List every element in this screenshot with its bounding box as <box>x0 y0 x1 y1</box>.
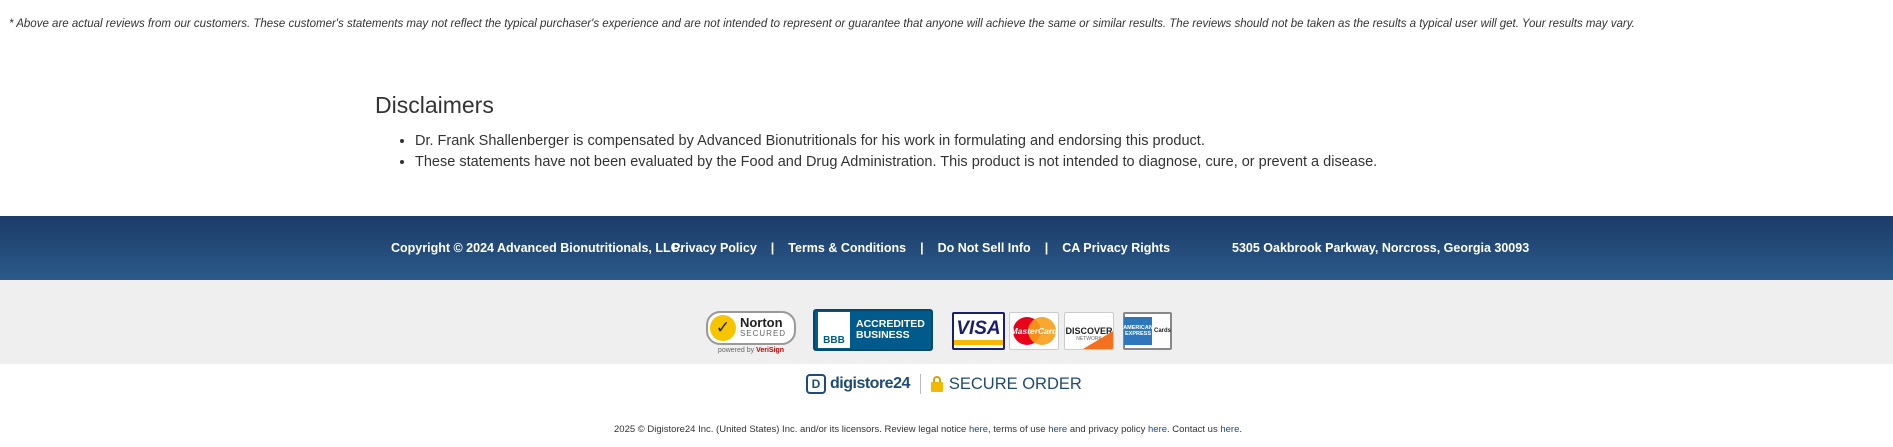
bbb-line2: BUSINESS <box>856 329 910 341</box>
company-address: 5305 Oakbrook Parkway, Norcross, Georgia… <box>1232 241 1530 255</box>
disclaimers-title: Disclaimers <box>375 92 494 118</box>
ca-privacy-rights-link[interactable]: CA Privacy Rights <box>1062 241 1170 255</box>
norton-powered-by: powered by VeriSign <box>717 346 785 354</box>
amex-card-icon: AMERICAN EXPRESS Cards <box>1123 312 1172 350</box>
mastercard-icon: MasterCard <box>1009 312 1059 350</box>
reviews-disclaimer-note: * Above are actual reviews from our cust… <box>9 18 1635 30</box>
norton-name: Norton <box>739 314 783 330</box>
link-separator: | <box>920 241 924 255</box>
disclaimer-item: Dr. Frank Shallenberger is compensated b… <box>415 131 1475 152</box>
discover-card-icon: DISCOVER NETWORK <box>1064 312 1114 350</box>
lock-icon <box>930 376 943 392</box>
secure-order-banner: D digistore24 SECURE ORDER <box>806 372 1082 396</box>
legal-notice: 2025 © Digistore24 Inc. (United States) … <box>614 424 1243 435</box>
checkmark-icon: ✓ <box>709 314 736 341</box>
do-not-sell-info-link[interactable]: Do Not Sell Info <box>938 241 1031 255</box>
digistore24-logo-icon: D <box>806 374 826 394</box>
norton-secured-badge: ✓ Norton SECURED powered by VeriSign <box>705 308 797 356</box>
digistore24-brand: digistore24 <box>830 375 910 392</box>
disclaimer-item: These statements have not been evaluated… <box>415 152 1475 173</box>
visa-card-icon: VISA <box>952 312 1005 350</box>
bbb-logo-icon: BBB <box>818 312 850 348</box>
footer-bar: Copyright © 2024 Advanced Bionutritional… <box>0 216 1893 280</box>
trust-badges: ✓ Norton SECURED powered by VeriSign BBB… <box>0 280 1893 364</box>
privacy-policy-link[interactable]: here <box>1148 424 1167 435</box>
copyright-text: Copyright © 2024 Advanced Bionutritional… <box>391 241 684 255</box>
bbb-accredited-badge: BBB ACCREDITED BUSINESS <box>813 309 933 351</box>
link-separator: | <box>1044 241 1049 255</box>
legal-notice-link[interactable]: here <box>969 424 988 435</box>
divider <box>919 374 921 394</box>
secure-order-label: SECURE ORDER <box>948 374 1082 393</box>
terms-conditions-link[interactable]: Terms & Conditions <box>788 241 906 255</box>
link-separator: | <box>770 241 775 255</box>
norton-sub: SECURED <box>739 328 787 338</box>
terms-of-use-link[interactable]: here <box>1048 424 1067 435</box>
disclaimers-section: Disclaimers Dr. Frank Shallenberger is c… <box>375 92 1475 173</box>
footer-links: Privacy Policy | Terms & Conditions | Do… <box>672 241 1170 255</box>
privacy-policy-link[interactable]: Privacy Policy <box>672 241 757 255</box>
contact-us-link[interactable]: here <box>1220 424 1239 435</box>
disclaimers-list: Dr. Frank Shallenberger is compensated b… <box>375 131 1475 173</box>
